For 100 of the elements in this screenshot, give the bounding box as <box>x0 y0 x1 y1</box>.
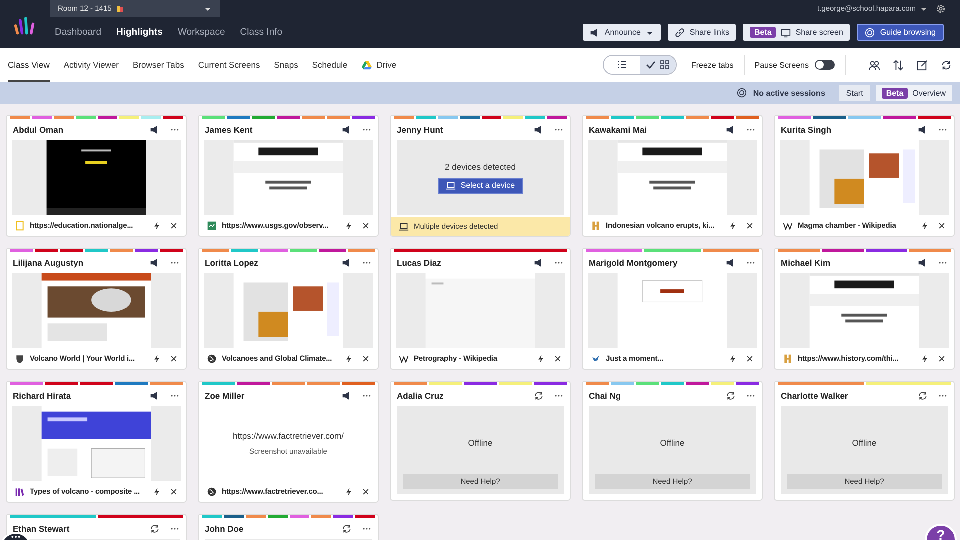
beta-badge: Beta <box>750 27 776 38</box>
guide-browsing-button[interactable]: Guide browsing <box>857 24 944 41</box>
nav-link[interactable]: Dashboard <box>55 27 102 38</box>
student-name: Adalia Cruz <box>397 390 445 400</box>
student-name: Marigold Montgomery <box>589 258 679 268</box>
student-name: Jenny Hunt <box>397 124 444 134</box>
site-icon <box>591 354 601 364</box>
link-icon <box>674 28 685 38</box>
nav-link[interactable]: Highlights <box>116 27 163 38</box>
offline-status: Offline <box>468 437 493 450</box>
lightning-icon[interactable] <box>153 354 161 362</box>
announce-button[interactable]: Announce <box>582 24 661 41</box>
refresh-icon[interactable] <box>941 60 952 70</box>
beta-badge: Beta <box>882 88 908 98</box>
lightning-icon[interactable] <box>921 354 929 362</box>
student-name: Lilijana Augustyn <box>13 258 85 268</box>
refresh-icon[interactable] <box>150 524 160 534</box>
grid-icon <box>660 60 670 70</box>
tab[interactable]: Drive <box>362 48 397 82</box>
site-url: https://www.factretriever.com/ <box>232 431 344 441</box>
lightning-icon[interactable] <box>345 222 353 230</box>
student-name: Lucas Diaz <box>397 258 442 268</box>
site-icon <box>783 220 793 230</box>
site-icon <box>15 486 25 496</box>
settings-icon[interactable] <box>936 4 946 14</box>
student-name: Michael Kim <box>781 258 832 268</box>
student-name: Ethan Stewart <box>13 524 71 534</box>
refresh-icon[interactable] <box>342 524 352 534</box>
site-icon <box>783 354 793 364</box>
tab[interactable]: Schedule <box>312 48 348 82</box>
site-icon <box>207 220 217 230</box>
tab[interactable]: Activity Viewer <box>64 48 119 82</box>
devices-message: 2 devices detected <box>445 162 516 172</box>
site-icon <box>15 354 25 364</box>
refresh-icon[interactable] <box>918 390 928 400</box>
pause-screens-label: Pause Screens <box>754 60 809 70</box>
student-name: Richard Hirata <box>13 390 72 400</box>
student-name: Zoe Miller <box>205 390 246 400</box>
close-icon[interactable] <box>362 488 370 496</box>
help-button[interactable]: ? <box>925 524 957 540</box>
student-name: Loritta Lopez <box>205 258 260 268</box>
close-icon[interactable] <box>554 354 562 362</box>
target-icon <box>737 88 748 98</box>
close-icon[interactable] <box>746 354 754 362</box>
people-icon[interactable] <box>869 60 880 70</box>
overview-button[interactable]: Beta Overview <box>876 85 952 101</box>
student-name: Chai Ng <box>589 390 622 400</box>
start-button[interactable]: Start <box>839 85 870 101</box>
nav-link[interactable]: Class Info <box>240 27 283 38</box>
edit-icon[interactable] <box>917 60 928 70</box>
student-name: James Kent <box>205 124 254 134</box>
close-icon[interactable] <box>938 354 946 362</box>
target-icon <box>865 28 876 38</box>
student-name: Charlotte Walker <box>781 390 850 400</box>
site-icon <box>15 220 25 230</box>
close-icon[interactable] <box>170 354 178 362</box>
lightning-icon[interactable] <box>921 222 929 230</box>
monitor-icon <box>780 28 791 38</box>
share-links-button[interactable]: Share links <box>668 24 736 41</box>
select-device-button[interactable]: Select a device <box>438 178 524 194</box>
list-icon <box>617 60 628 70</box>
offline-status: Offline <box>660 437 685 450</box>
laptop-icon <box>446 180 456 190</box>
pause-toggle[interactable] <box>815 60 835 70</box>
grid-view-button[interactable] <box>640 56 676 74</box>
site-icon <box>399 354 409 364</box>
logo-icon <box>14 16 36 36</box>
close-icon[interactable] <box>938 222 946 230</box>
lightning-icon[interactable] <box>729 222 737 230</box>
site-icon <box>591 220 601 230</box>
student-name: Kurita Singh <box>781 124 833 134</box>
lightning-icon[interactable] <box>153 222 161 230</box>
lightning-icon[interactable] <box>153 488 161 496</box>
nav-link[interactable]: Workspace <box>178 27 226 38</box>
close-icon[interactable] <box>170 222 178 230</box>
refresh-icon[interactable] <box>726 390 736 400</box>
close-icon[interactable] <box>362 354 370 362</box>
lightning-icon[interactable] <box>345 354 353 362</box>
globe-icon <box>207 486 217 496</box>
offline-status: Offline <box>852 437 877 450</box>
lightning-icon[interactable] <box>537 354 545 362</box>
lightning-icon[interactable] <box>345 488 353 496</box>
refresh-icon[interactable] <box>534 390 544 400</box>
student-name: Kawakami Mai <box>589 124 648 134</box>
more-icon <box>11 535 21 539</box>
laptop-icon <box>399 222 409 232</box>
student-name: Abdul Oman <box>13 124 65 134</box>
close-icon[interactable] <box>746 222 754 230</box>
freeze-tabs-button[interactable]: Freeze tabs <box>691 60 734 70</box>
lightning-icon[interactable] <box>729 354 737 362</box>
globe-icon <box>207 354 217 364</box>
tab[interactable]: Snaps <box>274 48 298 82</box>
tab[interactable]: Browser Tabs <box>133 48 184 82</box>
close-icon[interactable] <box>362 222 370 230</box>
share-screen-button[interactable]: Beta Share screen <box>743 24 850 41</box>
student-name: John Doe <box>205 524 245 534</box>
session-status: No active sessions <box>753 88 826 98</box>
sort-icon[interactable] <box>893 60 904 70</box>
close-icon[interactable] <box>170 488 178 496</box>
tab[interactable]: Current Screens <box>198 48 260 82</box>
